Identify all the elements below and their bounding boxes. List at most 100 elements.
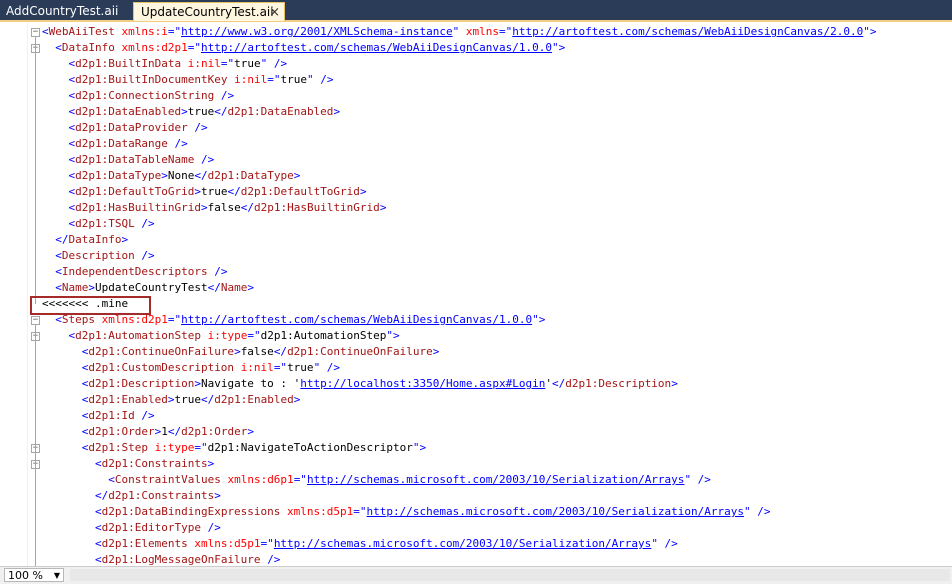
code-line[interactable]: <d2p1:DataRange /> [42,136,188,152]
code-token: < [42,393,89,406]
code-token: > [247,425,254,438]
code-token: < [42,441,89,454]
code-line[interactable]: <d2p1:DataTableName /> [42,152,214,168]
code-token: d2p1:BuiltInDocumentKey [75,73,235,86]
code-line[interactable]: <d2p1:DataProvider /> [42,120,208,136]
code-token: d2p1:Enabled [214,393,294,406]
code-token: d2p1:Constraints [101,457,208,470]
code-token: =" [267,73,281,86]
code-token: "> [532,313,546,326]
code-token: /> [174,137,188,150]
code-line[interactable]: <d2p1:Constraints> [42,456,214,472]
code-token: d2p1:AutomationStep [260,329,387,342]
close-icon[interactable]: × [269,3,280,22]
code-line[interactable]: <d2p1:Description>Navigate to : 'http://… [42,376,678,392]
xml-editor[interactable]: − − − − − − <WebAiiTest xmlns:i="http://www.w… [0,22,952,566]
code-token: < [42,425,89,438]
code-token: true [280,73,307,86]
collapse-icon[interactable]: − [31,28,40,37]
code-token: < [42,473,115,486]
code-token: </ [240,201,254,214]
code-token: /> [141,409,155,422]
code-token: /> [220,89,235,102]
code-line[interactable]: </d2p1:Constraints> [42,488,221,504]
code-token: </ [227,185,241,198]
code-token: d2p1:Elements [101,537,195,550]
code-token: > [379,201,387,214]
editor-margin [27,22,28,566]
code-token: " /> [744,505,771,518]
code-line[interactable]: <d2p1:EditorType /> [42,520,221,536]
code-token: < [42,521,102,534]
code-token: d2p1:DataRange [75,137,175,150]
code-line[interactable]: <d2p1:Order>1</d2p1:Order> [42,424,254,440]
code-token: > [234,345,241,358]
code-token: < [42,505,102,518]
code-line[interactable]: <ConstraintValues xmlns:d6p1="http://sch… [42,472,711,488]
code-line[interactable]: <d2p1:ContinueOnFailure>false</d2p1:Cont… [42,344,440,360]
code-line[interactable]: <d2p1:LogMessageOnFailure /> [42,552,280,566]
code-token: /> [194,121,208,134]
tab-add-country-test[interactable]: AddCountryTest.aii [4,2,120,21]
code-token: " [452,25,466,38]
code-token: =" [194,441,208,454]
code-token: </ [42,233,69,246]
code-token: </ [167,425,182,438]
code-line[interactable]: <Name>UpdateCountryTest</Name> [42,280,254,296]
code-token: xmlns:d6p1 [227,473,294,486]
code-token: < [42,153,76,166]
code-token: " /> [651,537,678,550]
code-token: IndependentDescriptors [61,265,215,278]
code-token: > [194,185,201,198]
code-token: > [432,345,440,358]
code-token: xmlns:d5p1 [287,505,354,518]
code-token: false [240,345,274,358]
code-token: d2p1:Step [88,441,155,454]
code-line[interactable]: <d2p1:DataType>None</d2p1:DataType> [42,168,300,184]
code-token: =" [260,537,274,550]
code-token: < [42,361,89,374]
code-line[interactable]: <d2p1:TSQL /> [42,216,154,232]
code-token: =" [187,41,201,54]
code-token: /> [214,265,228,278]
code-token: i:nil [234,73,268,86]
code-line[interactable]: <d2p1:Step i:type="d2p1:NavigateToAction… [42,440,426,456]
outline-connector [35,53,36,240]
code-line[interactable]: <DataInfo xmlns:d2p1="http://artoftest.c… [42,40,565,56]
code-token: </ [214,105,228,118]
zoom-select[interactable]: 100 % ▼ [4,568,64,582]
code-line[interactable]: <d2p1:BuiltInDocumentKey i:nil="true" /> [42,72,333,88]
code-line[interactable]: <d2p1:Enabled>true</d2p1:Enabled> [42,392,301,408]
code-token: < [42,409,89,422]
code-line[interactable]: <d2p1:DataEnabled>true</d2p1:DataEnabled… [42,104,340,120]
tab-update-country-test[interactable]: UpdateCountryTest.aii × [133,2,285,21]
code-line[interactable]: <d2p1:DefaultToGrid>true</d2p1:DefaultTo… [42,184,366,200]
code-token: < [42,217,76,230]
code-token: < [42,105,76,118]
code-line[interactable]: <IndependentDescriptors /> [42,264,227,280]
code-token: i:nil [187,57,221,70]
code-line[interactable]: <Description /> [42,248,154,264]
horizontal-scrollbar[interactable] [70,569,950,581]
code-token: i:type [154,441,195,454]
code-token: d2p1:EditorType [101,521,208,534]
code-token: > [293,393,301,406]
code-token: d2p1:Constraints [108,489,215,502]
code-token: d2p1:DataType [75,169,162,182]
code-line[interactable]: <d2p1:BuiltInData i:nil="true" /> [42,56,287,72]
code-line[interactable]: <WebAiiTest xmlns:i="http://www.w3.org/2… [42,24,877,40]
code-line[interactable]: <d2p1:Id /> [42,408,155,424]
code-token: d2p1:AutomationStep [75,329,208,342]
code-line[interactable]: </DataInfo> [42,232,128,248]
code-line[interactable]: <d2p1:ConnectionString /> [42,88,234,104]
code-token: false [207,201,241,214]
code-token: xmlns:d5p1 [194,537,261,550]
code-line[interactable]: <d2p1:AutomationStep i:type="d2p1:Automa… [42,328,399,344]
code-line[interactable]: <d2p1:Elements xmlns:d5p1="http://schema… [42,536,678,552]
code-token: </ [551,377,566,390]
code-line[interactable]: <d2p1:DataBindingExpressions xmlns:d5p1=… [42,504,771,520]
code-line[interactable]: <d2p1:CustomDescription i:nil="true" /> [42,360,340,376]
code-token: > [333,105,341,118]
collapse-icon[interactable]: − [31,316,40,325]
code-line[interactable]: <d2p1:HasBuiltinGrid>false</d2p1:HasBuil… [42,200,386,216]
